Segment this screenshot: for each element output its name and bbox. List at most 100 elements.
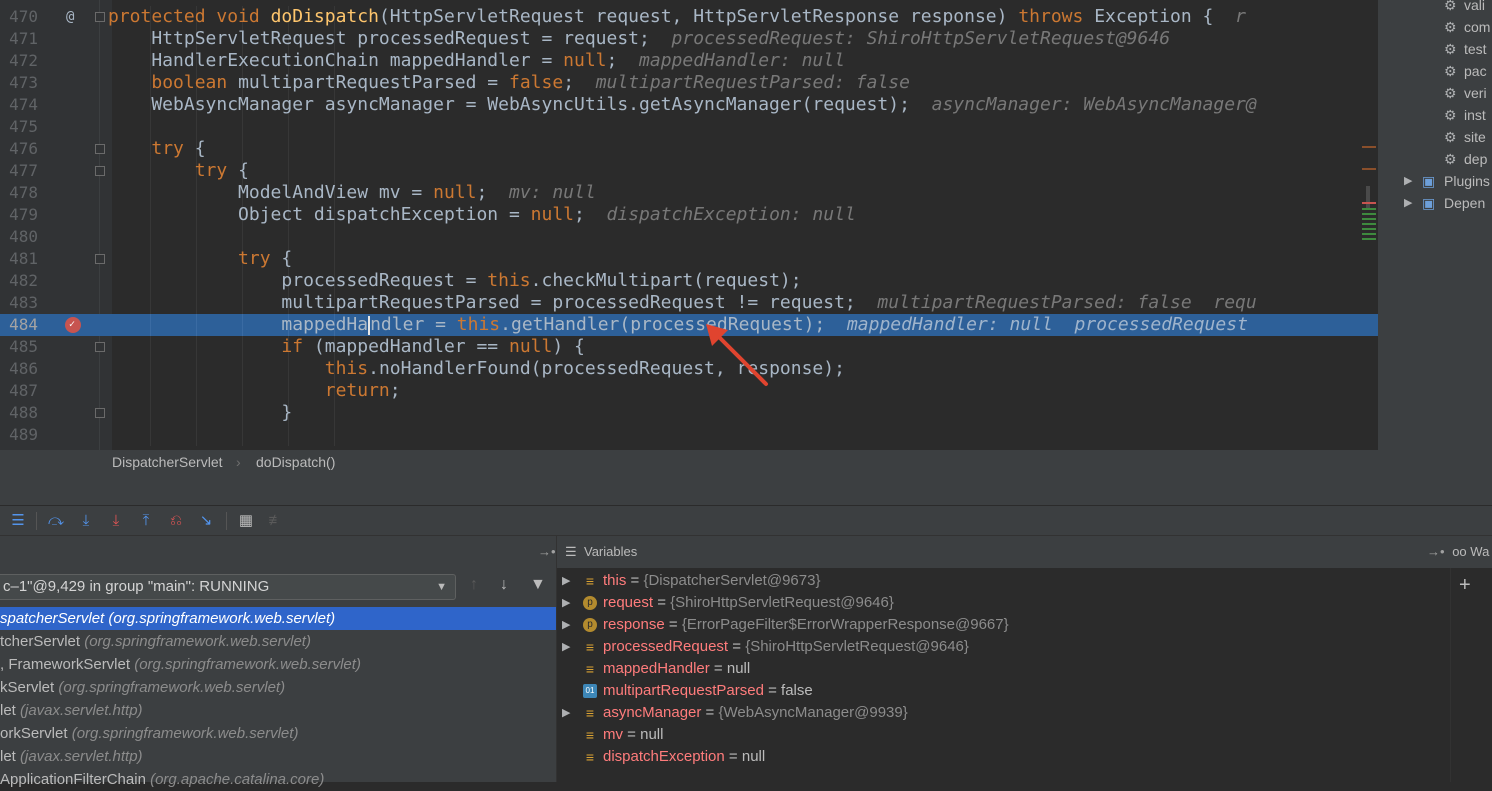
expand-arrow-icon[interactable]: ▶ [562,636,570,658]
project-tree-item[interactable]: ⚙ test [1378,38,1492,60]
stack-frame[interactable]: spatcherServlet (org.springframework.web… [0,607,556,630]
variable-row[interactable]: ▶ ≡ processedRequest = {ShiroHttpServletRe… [557,636,1451,658]
add-watch-button[interactable]: + [1459,574,1471,597]
step-out-icon[interactable]: ⤒ [136,511,156,531]
project-tree-item[interactable]: ▶ ▣ Plugins [1378,170,1492,192]
line-number[interactable]: 476 [6,138,38,160]
show-execution-point-icon[interactable]: ☰ [8,511,28,531]
code-line[interactable]: 473 boolean multipartRequestParsed = fal… [0,72,1378,94]
line-number[interactable]: 474 [6,94,38,116]
code-line[interactable]: 484 mappedHa ndler = this.getHandler(proc… [0,314,1378,336]
line-number[interactable]: 479 [6,204,38,226]
expand-arrow-icon[interactable]: ▶ [562,614,570,636]
code-line[interactable]: 480 [0,226,1378,248]
code-line[interactable]: 485 if (mappedHandler == null) { [0,336,1378,358]
drop-frame-icon[interactable]: ⎌ [166,511,186,531]
thread-selector[interactable]: c–1"@9,429 in group "main": RUNNING ▼ [0,574,456,600]
override-marker-icon[interactable]: @ [66,6,74,28]
stack-frame[interactable]: kServlet (org.springframework.web.servle… [0,676,556,699]
code-line[interactable]: 474 WebAsyncManager asyncManager = WebAs… [0,94,1378,116]
line-number[interactable]: 473 [6,72,38,94]
project-tree-item[interactable]: ⚙ vali [1378,0,1492,16]
error-stripe[interactable] [1356,130,1378,250]
line-number[interactable]: 489 [6,424,38,446]
fold-marker-icon[interactable] [95,408,105,418]
fold-marker-icon[interactable] [95,342,105,352]
line-number[interactable]: 486 [6,358,38,380]
step-over-icon[interactable]: ⤼ [46,511,66,531]
variable-row[interactable]: ▶ ≡ this = {DispatcherServlet@9673} [557,570,1451,592]
code-line[interactable]: 487 return; [0,380,1378,402]
breakpoint-icon[interactable]: ✓ [65,317,81,333]
project-tree-item[interactable]: ⚙ dep [1378,148,1492,170]
stack-frame[interactable]: ApplicationFilterChain (org.apache.catal… [0,768,556,791]
variable-row[interactable]: ▶ p request = {ShiroHttpServletRequest@964… [557,592,1451,614]
variable-row[interactable]: ▶ p response = {ErrorPageFilter$ErrorWrapp… [557,614,1451,636]
fold-marker-icon[interactable] [95,144,105,154]
code-line[interactable]: 488 } [0,402,1378,424]
line-number[interactable]: 484 [6,314,38,336]
stack-frame[interactable]: tcherServlet (org.springframework.web.se… [0,630,556,653]
project-tree-item[interactable]: ▶ ▣ Depen [1378,192,1492,214]
expand-arrow-icon[interactable]: ▶ [1404,192,1412,214]
pin-icon[interactable]: →• [538,536,556,568]
project-tree-item[interactable]: ⚙ inst [1378,104,1492,126]
previous-frame-icon[interactable]: ↑ [470,576,478,594]
expand-arrow-icon[interactable]: ▶ [562,702,570,724]
project-tree-item[interactable]: ⚙ site [1378,126,1492,148]
project-tree-item[interactable]: ⚙ com [1378,16,1492,38]
line-number[interactable]: 480 [6,226,38,248]
trace-icon[interactable]: ≢ [266,511,286,531]
scroll-thumb[interactable] [1366,186,1370,208]
next-frame-icon[interactable]: ↓ [500,576,508,594]
fold-marker-icon[interactable] [95,254,105,264]
project-tree-item[interactable]: ⚙ veri [1378,82,1492,104]
stack-frame[interactable]: let (javax.servlet.http) [0,745,556,768]
line-number[interactable]: 477 [6,160,38,182]
line-number[interactable]: 475 [6,116,38,138]
line-number[interactable]: 483 [6,292,38,314]
fold-marker-icon[interactable] [95,166,105,176]
variable-row[interactable]: ≡ mv = null [557,724,1451,746]
code-line[interactable]: 489 [0,424,1378,446]
code-line[interactable]: 478 ModelAndView mv = null; mv: null [0,182,1378,204]
step-into-icon[interactable]: ⤓ [76,511,96,531]
stack-frame[interactable]: let (javax.servlet.http) [0,699,556,722]
line-number[interactable]: 482 [6,270,38,292]
variable-row[interactable]: ≡ mappedHandler = null [557,658,1451,680]
breadcrumb-class[interactable]: DispatcherServlet [112,450,223,474]
code-line[interactable]: 481 try { [0,248,1378,270]
code-line[interactable]: 475 [0,116,1378,138]
line-number[interactable]: 478 [6,182,38,204]
code-line[interactable]: 477 try { [0,160,1378,182]
variable-row[interactable]: ≡ dispatchException = null [557,746,1451,768]
project-tree-item[interactable]: ⚙ pac [1378,60,1492,82]
breadcrumb-method[interactable]: doDispatch() [256,450,335,474]
code-line[interactable]: 472 HandlerExecutionChain mappedHandler … [0,50,1378,72]
expand-arrow-icon[interactable]: ▶ [562,570,570,592]
line-number[interactable]: 485 [6,336,38,358]
line-number[interactable]: 472 [6,50,38,72]
line-number[interactable]: 487 [6,380,38,402]
variable-row[interactable]: ▶ ≡ asyncManager = {WebAsyncManager@9939} [557,702,1451,724]
code-line[interactable]: 479 Object dispatchException = null; dis… [0,204,1378,226]
run-to-cursor-icon[interactable]: ↘ [196,511,216,531]
line-number[interactable]: 471 [6,28,38,50]
variable-row[interactable]: 01 multipartRequestParsed = false [557,680,1451,702]
line-number[interactable]: 470 [6,6,38,28]
code-line[interactable]: 483 multipartRequestParsed = processedRe… [0,292,1378,314]
stack-frame[interactable]: orkServlet (org.springframework.web.serv… [0,722,556,745]
expand-arrow-icon[interactable]: ▶ [1404,170,1412,192]
fold-marker-icon[interactable] [95,12,105,22]
evaluate-expression-icon[interactable]: ▦ [236,511,256,531]
code-line[interactable]: 476 try { [0,138,1378,160]
expand-arrow-icon[interactable]: ▶ [562,592,570,614]
code-line[interactable]: 486 this.noHandlerFound(processedRequest… [0,358,1378,380]
force-step-into-icon[interactable]: ⤓ [106,511,126,531]
code-line[interactable]: 471 HttpServletRequest processedRequest … [0,28,1378,50]
code-editor[interactable]: 470 protected void doDispatch(HttpServlet… [0,0,1378,450]
line-number[interactable]: 481 [6,248,38,270]
code-line[interactable]: 470 protected void doDispatch(HttpServlet… [0,6,1378,28]
stack-frame[interactable]: , FrameworkServlet (org.springframework.… [0,653,556,676]
pin-icon[interactable]: →• [1427,544,1445,559]
